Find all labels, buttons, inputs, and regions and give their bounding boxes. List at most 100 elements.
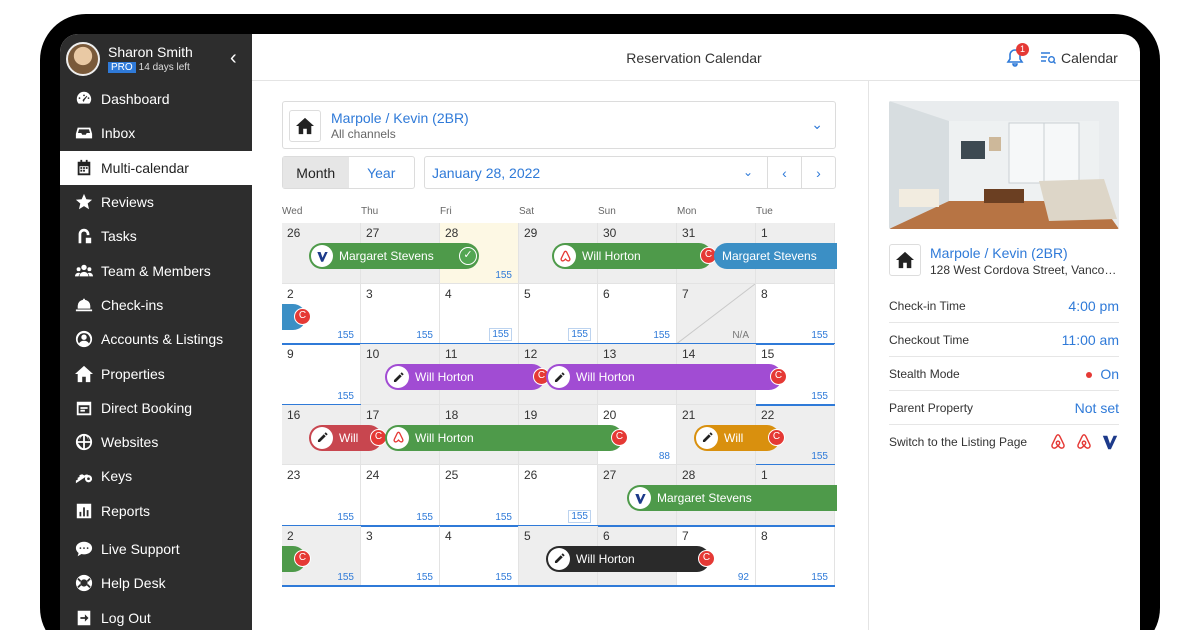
checkout-time-label: Checkout Time xyxy=(889,332,970,347)
day-number: 1 xyxy=(761,468,768,482)
chevron-down-icon[interactable]: ⌄ xyxy=(743,165,753,179)
chevron-down-icon[interactable]: ⌄ xyxy=(811,116,823,133)
day-number: 20 xyxy=(603,407,617,422)
day-number: 9 xyxy=(287,347,294,361)
profile[interactable]: Sharon Smith PRO 14 days left ‹ xyxy=(66,42,246,78)
booking-bar[interactable]: Margaret Stevens xyxy=(714,243,837,269)
sidebar-item-label: Help Desk xyxy=(101,575,166,592)
calendar-day-cell[interactable]: 5 155 xyxy=(519,283,598,344)
sidebar-item-reports[interactable]: Reports xyxy=(60,494,252,528)
sidebar-item-websites[interactable]: Websites xyxy=(60,425,252,459)
prev-month-button[interactable]: ‹ xyxy=(767,157,801,188)
booking-guest-name: Margaret Stevens xyxy=(722,249,817,263)
day-price: 88 xyxy=(658,451,670,462)
day-number: 13 xyxy=(603,347,617,361)
calendar-day-cell[interactable]: 7 N/A xyxy=(677,283,756,344)
sidebar-item-properties[interactable]: Properties xyxy=(60,356,252,390)
checkin-time-value[interactable]: 4:00 pm xyxy=(1068,298,1119,314)
booking-guest-name: Will Horton xyxy=(576,551,635,566)
stealth-mode-toggle[interactable]: On xyxy=(1086,366,1119,382)
calendar-view-button[interactable]: Calendar xyxy=(1040,50,1118,66)
calendar-day-cell[interactable]: 3 155 xyxy=(361,525,440,586)
calendar-day-cell[interactable]: 6 155 xyxy=(598,283,677,344)
checkout-badge: C xyxy=(294,307,311,325)
booking-guest-name: Margaret Stevens xyxy=(339,249,434,263)
reports-icon xyxy=(74,501,94,521)
sidebar-item-inbox[interactable]: Inbox xyxy=(60,116,252,150)
sidebar-item-help-desk[interactable]: Help Desk xyxy=(60,566,252,600)
booking-guest-name: Margaret Stevens xyxy=(657,491,752,505)
sidebar-item-accounts[interactable]: Accounts & Listings xyxy=(60,322,252,356)
calendar-day-cell[interactable]: 23 155 xyxy=(282,465,361,526)
weekday-label: Mon xyxy=(677,206,697,217)
booking-bar[interactable]: Will Horton xyxy=(546,364,782,390)
sidebar-item-direct-booking[interactable]: Direct Booking xyxy=(60,391,252,425)
booking-bar[interactable]: Will Horton xyxy=(546,545,710,572)
sidebar-item-dashboard[interactable]: Dashboard xyxy=(60,82,252,116)
booking-guest-name: Will Horton xyxy=(415,430,474,445)
airbnb-icon[interactable] xyxy=(1049,433,1067,451)
day-price: 155 xyxy=(495,572,512,583)
calendar-day-cell[interactable]: 24 155 xyxy=(361,465,440,526)
date-picker[interactable]: January 28, 2022 ⌄ ‹ › xyxy=(424,156,836,189)
calendar-day-cell[interactable]: 8 155 xyxy=(756,525,835,586)
day-number: 29 xyxy=(524,226,538,240)
vrbo-icon[interactable] xyxy=(1101,433,1119,451)
calendar-day-cell[interactable]: 8 155 xyxy=(756,283,835,344)
day-price: 155 xyxy=(489,328,512,341)
sidebar-item-log-out[interactable]: Log Out xyxy=(60,600,252,630)
day-price: 155 xyxy=(416,330,433,341)
day-number: 22 xyxy=(761,407,775,422)
checkout-badge: C xyxy=(611,428,628,446)
day-number: 15 xyxy=(761,347,775,361)
day-number: 6 xyxy=(603,286,610,301)
property-selector[interactable]: Marpole / Kevin (2BR) All channels ⌄ xyxy=(282,101,836,149)
parent-property-value[interactable]: Not set xyxy=(1075,400,1119,416)
sidebar-item-tasks[interactable]: Tasks xyxy=(60,219,252,253)
sidebar-item-label: Properties xyxy=(101,365,165,382)
vrbo-icon xyxy=(311,245,333,267)
property-house-icon xyxy=(889,244,921,276)
calendar-day-cell[interactable]: 9 155 xyxy=(282,344,361,405)
day-number: 26 xyxy=(524,468,538,482)
calendar-list-icon xyxy=(1041,52,1056,65)
sidebar-item-reviews[interactable]: Reviews xyxy=(60,185,252,219)
booking-bar[interactable]: Will Horton xyxy=(385,424,623,451)
sidebar-item-multi-calendar[interactable]: Multi-calendar xyxy=(60,150,252,185)
avatar[interactable] xyxy=(66,42,100,76)
pro-badge: PRO xyxy=(108,62,136,73)
property-name-link[interactable]: Marpole / Kevin (2BR) xyxy=(930,245,1068,261)
sidebar-item-check-ins[interactable]: Check-ins xyxy=(60,288,252,322)
channel-links xyxy=(1049,433,1119,451)
pencil-icon xyxy=(387,366,409,388)
calendar-day-cell[interactable]: 4 155 xyxy=(440,283,519,344)
checkout-time-value[interactable]: 11:00 am xyxy=(1062,332,1119,348)
booking-bar[interactable]: Margaret Stevens xyxy=(627,485,837,511)
calendar-day-cell[interactable]: 3 155 xyxy=(361,283,440,344)
view-toggle: Month Year xyxy=(282,156,415,189)
sidebar-item-keys[interactable]: Keys xyxy=(60,459,252,493)
day-number: 7 xyxy=(682,528,689,543)
page-title: Reservation Calendar xyxy=(626,50,762,66)
airbnb-icon[interactable] xyxy=(1075,433,1093,451)
tab-month[interactable]: Month xyxy=(283,157,349,188)
booking-bar[interactable]: Will Horton xyxy=(552,243,712,269)
collapse-sidebar-icon[interactable]: ‹ xyxy=(230,47,237,70)
calendar-day-cell[interactable]: 25 155 xyxy=(440,465,519,526)
checkmark-icon: ✓ xyxy=(459,247,477,265)
sidebar-item-live-support[interactable]: Live Support xyxy=(60,532,252,566)
day-price: 155 xyxy=(337,390,354,402)
day-number: 17 xyxy=(366,407,380,422)
pencil-icon xyxy=(696,426,718,449)
booking-bar[interactable]: Margaret Stevens xyxy=(309,243,479,269)
next-month-button[interactable]: › xyxy=(801,157,835,188)
date-value: January 28, 2022 xyxy=(432,165,541,181)
calendar-day-cell[interactable]: 4 155 xyxy=(440,525,519,586)
booking-bar[interactable]: Will Horton xyxy=(385,364,545,390)
trial-remaining: 14 days left xyxy=(138,62,190,73)
tab-year[interactable]: Year xyxy=(349,157,415,188)
calendar-day-cell[interactable]: 26 155 xyxy=(519,465,598,526)
sidebar-item-team[interactable]: Team & Members xyxy=(60,253,252,287)
weekday-label: Sat xyxy=(519,206,535,217)
property-details-panel: Marpole / Kevin (2BR) 128 West Cordova S… xyxy=(868,81,1140,630)
